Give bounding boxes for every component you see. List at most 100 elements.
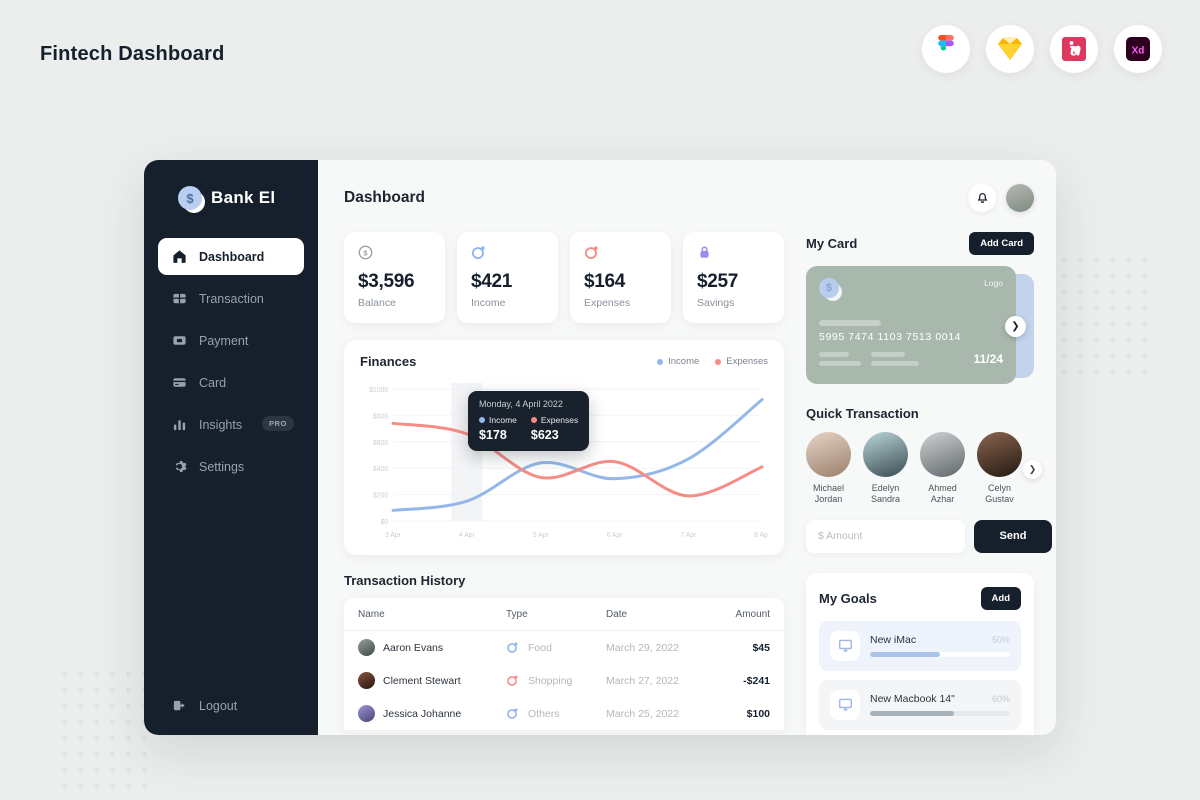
right-column: My Card Add Card $ Logo 5995 7474 1103 7… xyxy=(806,232,1052,735)
avatar[interactable] xyxy=(1006,184,1034,212)
card-icon xyxy=(172,375,187,390)
bell-icon[interactable] xyxy=(968,184,996,212)
sidebar-item-card[interactable]: Card xyxy=(158,364,304,401)
pro-badge: PRO xyxy=(261,416,294,431)
sidebar-item-label: Payment xyxy=(199,333,249,348)
expenses-icon xyxy=(584,245,599,260)
header-actions xyxy=(968,184,1034,212)
svg-text:$600: $600 xyxy=(373,440,388,447)
credit-card-front[interactable]: $ Logo 5995 7474 1103 7513 0014 11/24 xyxy=(806,266,1016,384)
goal-item[interactable]: New iMac 50% xyxy=(819,620,1021,671)
sketch-icon[interactable] xyxy=(986,25,1034,73)
sidebar-item-insights[interactable]: Insights PRO xyxy=(158,406,304,443)
dashboard-heading: Dashboard xyxy=(344,189,425,206)
sidebar-item-settings[interactable]: Settings xyxy=(158,448,304,485)
svg-text:5 Apr: 5 Apr xyxy=(533,532,550,539)
sidebar-item-label: Insights xyxy=(199,417,243,432)
my-card-header: My Card Add Card xyxy=(806,232,1034,255)
goal-percent: 60% xyxy=(991,694,1010,704)
tooltip-dot-expenses xyxy=(530,417,537,423)
page-title: Fintech Dashboard xyxy=(40,43,225,65)
row-amount: $100 xyxy=(746,707,770,720)
monitor-icon xyxy=(830,689,860,720)
income-icon xyxy=(471,245,486,260)
content-columns: $ $3,596 Balance $421 Income $164 Expens… xyxy=(344,232,1052,735)
sidebar-item-dashboard[interactable]: Dashboard xyxy=(158,238,304,275)
chevron-right-icon[interactable]: ❯ xyxy=(1005,316,1026,337)
tooltip-expenses: Expenses $623 xyxy=(530,415,578,442)
contact-item[interactable]: Michael Jordan xyxy=(806,432,851,506)
row-type: Others xyxy=(528,707,560,720)
chart-legend: Income Expenses xyxy=(657,356,768,367)
svg-text:Xd: Xd xyxy=(1132,46,1145,57)
card-expiry: 11/24 xyxy=(973,352,1003,366)
chart-plot-area: $0 $200 $400 $600 $800 $1000 3 Apr 4 Apr 5 Apr 6 … xyxy=(360,375,768,547)
sidebar-item-label: Transaction xyxy=(199,291,264,306)
sidebar-nav: Dashboard Transaction Payment Card Insig… xyxy=(144,238,318,485)
contacts-next-icon[interactable]: ❯ xyxy=(1023,460,1042,479)
stat-card-expenses[interactable]: $164 Expenses xyxy=(570,232,671,323)
stat-card-income[interactable]: $421 Income xyxy=(457,232,558,323)
logout-icon xyxy=(172,698,187,713)
contact-avatar xyxy=(920,432,965,477)
contact-item[interactable]: Celyn Gustav xyxy=(977,432,1022,506)
screenshot-root: Fintech Dashboard Xd $ Bank El Dashboard… xyxy=(0,0,1200,800)
stat-card-balance[interactable]: $ $3,596 Balance xyxy=(344,232,445,323)
add-goal-button[interactable]: Add xyxy=(980,586,1021,610)
tooltip-income: Income $178 xyxy=(479,415,517,442)
goal-progress-bar xyxy=(870,652,1010,657)
brand-name: Bank El xyxy=(211,188,276,207)
main-header: Dashboard xyxy=(344,184,1034,212)
svg-text:$1000: $1000 xyxy=(369,387,388,394)
contact-list: Michael Jordan Edelyn Sandra Ahmed Azhar Celyn… xyxy=(806,432,1042,506)
contact-item[interactable]: Ahmed Azhar xyxy=(920,432,965,506)
goal-list: New iMac 50% New Macbook 14" 60% xyxy=(819,620,1021,730)
svg-text:$400: $400 xyxy=(373,466,388,473)
legend-item-income[interactable]: Income xyxy=(657,356,699,367)
contact-avatar xyxy=(863,432,908,477)
contact-avatar xyxy=(806,432,851,477)
sidebar-item-transaction[interactable]: Transaction xyxy=(158,280,304,317)
legend-label: Expenses xyxy=(726,356,768,367)
svg-text:3 Apr: 3 Apr xyxy=(385,532,402,539)
sidebar-item-logout[interactable]: Logout xyxy=(144,698,318,713)
goal-progress-bar xyxy=(870,711,1010,716)
svg-text:8 Apr: 8 Apr xyxy=(754,532,768,539)
sidebar-item-payment[interactable]: Payment xyxy=(158,322,304,359)
app-window: $ Bank El Dashboard Transaction Payment … xyxy=(144,160,1056,735)
contact-name: Celyn Gustav xyxy=(985,483,1014,505)
stat-card-savings[interactable]: $257 Savings xyxy=(683,232,784,323)
chart-tooltip: Monday, 4 April 2022 Income $178 Expense… xyxy=(468,391,590,451)
svg-text:6 Apr: 6 Apr xyxy=(607,532,624,539)
svg-text:$200: $200 xyxy=(373,493,388,500)
adobe-xd-icon[interactable]: Xd xyxy=(1114,25,1162,73)
table-row[interactable]: Jessica Johanne Others March 25, 2022 $100 xyxy=(344,697,784,730)
amount-input[interactable] xyxy=(806,519,965,553)
table-row[interactable]: Clement Stewart Shopping March 27, 2022 -$2… xyxy=(344,664,784,697)
invision-icon[interactable] xyxy=(1050,25,1098,73)
chart-title: Finances xyxy=(360,354,417,369)
main-content: Dashboard $ $3,596 Balance $421 Income $… xyxy=(318,160,1056,735)
send-button[interactable]: Send xyxy=(974,519,1052,553)
add-card-button[interactable]: Add Card xyxy=(969,232,1034,255)
card-placeholder-bar xyxy=(819,320,881,326)
legend-item-expenses[interactable]: Expenses xyxy=(715,356,768,367)
logout-label: Logout xyxy=(199,698,238,713)
figma-icon[interactable] xyxy=(922,25,970,73)
gear-icon xyxy=(172,459,187,474)
stat-value: $257 xyxy=(697,271,739,292)
stat-label: Savings xyxy=(697,297,735,309)
table-row[interactable]: Aaron Evans Food March 29, 2022 $45 xyxy=(344,631,784,664)
contact-item[interactable]: Edelyn Sandra xyxy=(863,432,908,506)
left-column: $ $3,596 Balance $421 Income $164 Expens… xyxy=(344,232,784,735)
stat-value: $3,596 xyxy=(358,271,415,292)
row-date: March 25, 2022 xyxy=(606,707,679,720)
stat-value: $421 xyxy=(471,271,513,292)
goal-item[interactable]: New Macbook 14" 60% xyxy=(819,679,1021,730)
column-header-name: Name xyxy=(358,608,385,620)
chart-bars-icon xyxy=(172,417,187,432)
stat-label: Expenses xyxy=(584,297,631,309)
tool-icon-group: Xd xyxy=(922,25,1162,73)
row-date: March 27, 2022 xyxy=(606,674,679,687)
row-name: Jessica Johanne xyxy=(383,707,462,720)
